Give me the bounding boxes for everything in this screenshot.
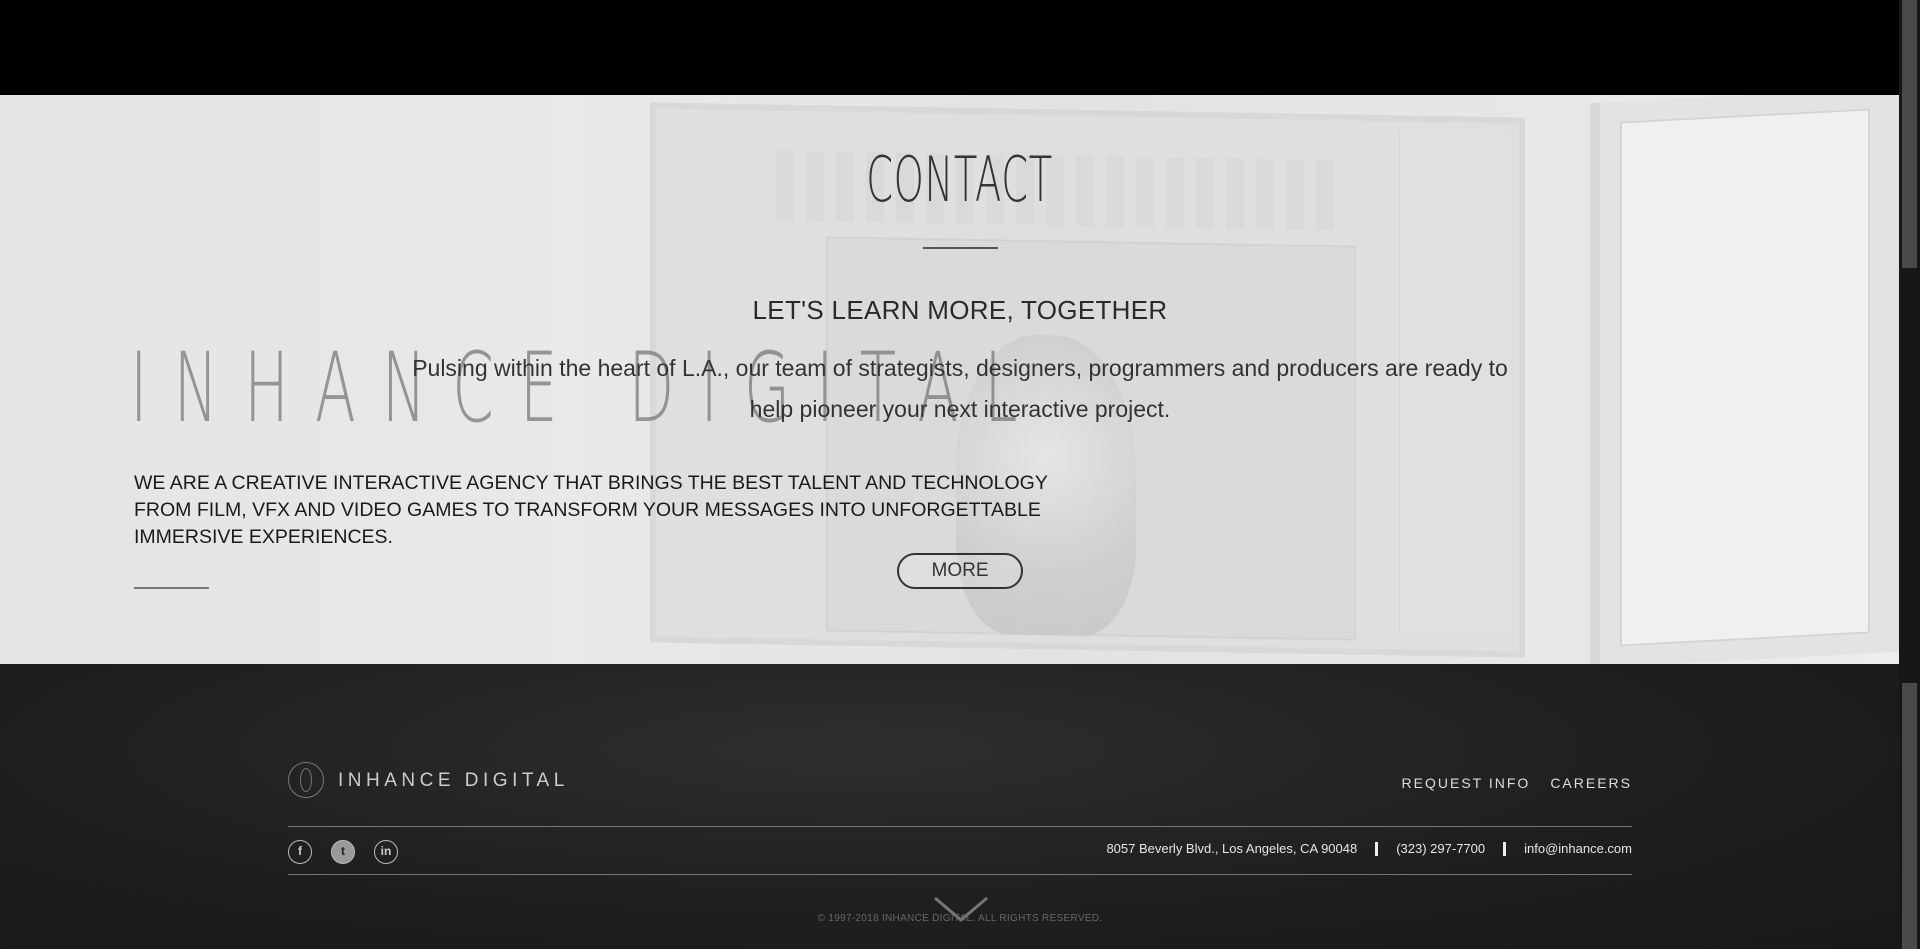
page: INHANCE DIGITAL WE ARE A CREATIVE INTERA… — [0, 0, 1920, 949]
scrollbar-thumb-lower[interactable] — [1902, 683, 1917, 949]
footer-brand[interactable]: INHANCE DIGITAL — [338, 770, 569, 792]
footer-address: 8057 Beverly Blvd., Los Angeles, CA 9004… — [1106, 841, 1358, 856]
scrollbar[interactable] — [1899, 0, 1920, 949]
facebook-icon[interactable]: f — [288, 840, 312, 864]
more-button[interactable]: MORE — [897, 553, 1023, 589]
separator — [1375, 841, 1379, 856]
hero-section: INHANCE DIGITAL WE ARE A CREATIVE INTERA… — [0, 95, 1899, 664]
footer-divider-top — [288, 826, 1632, 827]
footer-phone[interactable]: (323) 297-7700 — [1396, 841, 1485, 856]
footer-email[interactable]: info@inhance.com — [1524, 841, 1632, 856]
request-info-link[interactable]: REQUEST INFO — [1402, 775, 1531, 791]
contact-divider — [923, 247, 998, 249]
footer-divider-bottom — [288, 874, 1632, 875]
contact-title: CONTACT — [866, 143, 1054, 216]
separator — [1503, 841, 1507, 856]
careers-link[interactable]: CAREERS — [1550, 775, 1632, 791]
agency-tagline: WE ARE A CREATIVE INTERACTIVE AGENCY THA… — [134, 472, 1048, 548]
scrollbar-thumb[interactable] — [1902, 0, 1917, 268]
twitter-icon[interactable]: t — [331, 840, 355, 864]
footer-nav: REQUEST INFO CAREERS — [1402, 775, 1632, 791]
contact-body: Pulsing within the heart of L.A., our te… — [412, 355, 1508, 422]
top-bar — [0, 0, 1899, 95]
tagline-divider — [134, 587, 209, 589]
inhance-logo-icon[interactable] — [288, 762, 324, 798]
contact-heading: LET'S LEARN MORE, TOGETHER — [752, 295, 1168, 325]
social-links: f t in — [288, 840, 398, 864]
footer-contact-info: 8057 Beverly Blvd., Los Angeles, CA 9004… — [1106, 841, 1632, 856]
footer: INHANCE DIGITAL REQUEST INFO CAREERS f t… — [0, 664, 1899, 949]
copyright: © 1997-2018 INHANCE DIGITAL. ALL RIGHTS … — [817, 913, 1103, 924]
linkedin-icon[interactable]: in — [374, 840, 398, 864]
